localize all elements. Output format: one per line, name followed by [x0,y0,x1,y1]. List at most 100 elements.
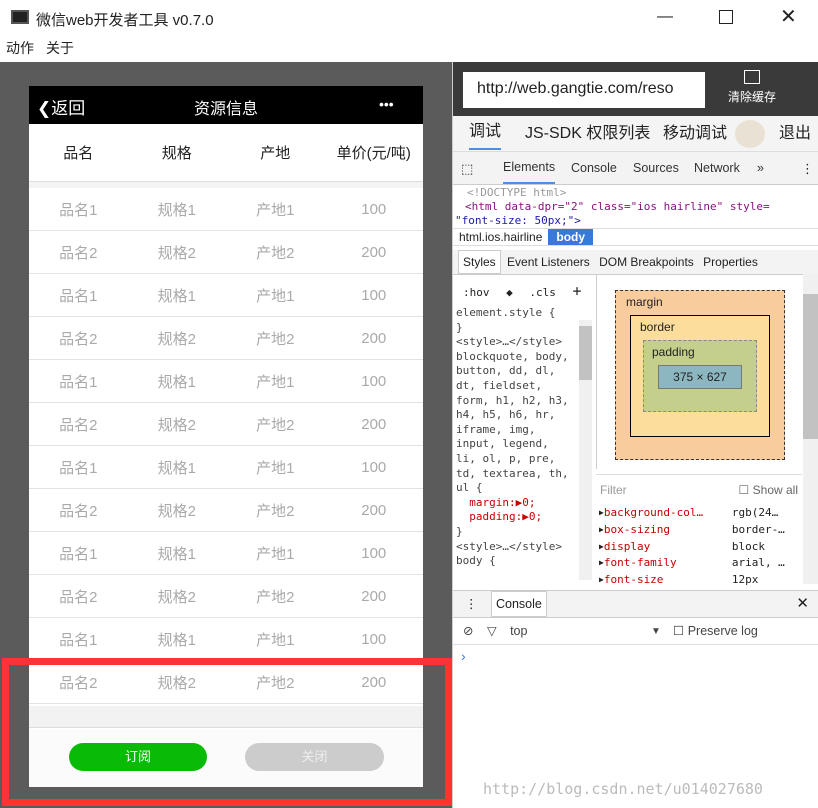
tab-event-listeners[interactable]: Event Listeners [507,255,590,269]
more-tabs-icon[interactable]: » [757,152,764,185]
menu-about[interactable]: 关于 [46,40,74,56]
menu-action[interactable]: 动作 [6,40,34,56]
inspect-icon[interactable]: ⬚ [461,152,473,185]
dom-html[interactable]: <html data-dpr="2" class="ios hairline" … [455,200,800,214]
tab-dom-breakpoints[interactable]: DOM Breakpoints [599,255,694,269]
dom-html-style[interactable]: "font-size: 50px;"> [455,214,800,228]
table-row[interactable]: 品名1 规格1 产地1 100 [29,446,423,489]
margin-label: margin [626,295,663,309]
table-row[interactable]: 品名2 规格2 产地2 200 [29,403,423,446]
breadcrumb-html[interactable]: html.ios.hairline [453,230,548,244]
table-cell: 200 [361,501,387,519]
styles-scrollbar[interactable] [579,320,592,580]
nav-title: 资源信息 [193,101,258,118]
more-icon[interactable]: ••• [379,96,394,112]
table-cell: 产地2 [256,244,295,262]
column-price: 单价(元/吨) [336,145,411,162]
tab-properties[interactable]: Properties [703,255,758,269]
table-cell: 品名2 [59,588,98,606]
table-cell: 产地1 [256,373,295,391]
minimize-button[interactable]: — [657,8,673,26]
preserve-log-checkbox[interactable]: ☐ Preserve log [673,618,758,645]
style-line: form, h1, h2, h3, [456,393,569,407]
dom-tree: <!DOCTYPE html> <html data-dpr="2" class… [455,186,800,228]
tab-sources[interactable]: Sources [633,152,679,185]
diamond-icon[interactable]: ◆ [506,286,513,299]
watermark: http://blog.csdn.net/u014027680 [483,780,763,798]
context-dropdown-icon[interactable]: ▼ [651,618,661,645]
breadcrumb: html.ios.hairline body [453,228,818,246]
style-line: dt, fieldset, [456,378,543,392]
padding-label: padding [652,345,695,359]
table-cell: 规格2 [157,330,196,348]
dom-doctype[interactable]: <!DOCTYPE html> [455,186,800,200]
table-cell: 100 [361,630,387,648]
clear-console-icon[interactable]: ⊘ [463,624,473,638]
close-drawer-icon[interactable]: ✕ [796,591,809,617]
border-label: border [640,320,675,334]
add-rule-button[interactable]: + [573,282,582,300]
table-cell: 产地2 [256,416,295,434]
table-cell: 200 [361,329,387,347]
table-cell: 品名1 [59,373,98,391]
property-name: background-col… [603,506,704,519]
table-cell: 品名1 [59,201,98,219]
computed-property[interactable]: ▶ font-family arial, … [599,555,803,572]
console-drawer-header: ⋮ Console ✕ [453,590,818,618]
property-name: font-size [603,573,664,587]
tab-mobile-debug[interactable]: 移动调试 [663,116,727,152]
table-row[interactable]: 品名1 规格1 产地1 100 [29,618,423,661]
table-cell: 规格2 [157,416,196,434]
table-cell: 规格1 [157,459,196,477]
kebab-menu-icon[interactable]: ⋮ [801,152,814,185]
logout-button[interactable]: 退出 [779,116,811,152]
clear-cache-button[interactable]: 清除缓存 [728,70,776,105]
box-scrollbar[interactable] [803,274,818,584]
tab-debug[interactable]: 调试 [469,116,502,150]
console-prompt[interactable]: › [461,648,466,664]
table-cell: 产地1 [256,459,295,477]
drawer-menu-icon[interactable]: ⋮ [465,597,478,611]
table-cell: 规格2 [157,502,196,520]
table-cell: 产地1 [256,287,295,305]
filter-icon[interactable]: ▽ [487,624,497,638]
property-name: font-family [603,556,677,570]
table-row[interactable]: 品名2 规格2 产地2 200 [29,575,423,618]
table-cell: 品名1 [59,545,98,563]
table-row[interactable]: 品名1 规格1 产地1 100 [29,360,423,403]
show-all-checkbox[interactable]: ☐ Show all [739,475,798,505]
table-body: 品名1 规格1 产地1 100 品名2 规格2 产地2 200 品名1 规格1 产地1 100 品名2 规… [29,182,423,706]
tab-elements[interactable]: Elements [503,152,556,184]
filter-input[interactable]: Filter [600,483,627,497]
property-value: rgb(24… [731,506,779,519]
table-row[interactable]: 品名1 规格1 产地1 100 [29,532,423,575]
hov-button[interactable]: :hov [463,286,490,299]
devtools-tabs: ⬚ Elements Console Sources Network » ⋮ [453,152,818,185]
table-cell: 100 [361,286,387,304]
tab-jssdk[interactable]: JS-SDK 权限列表 [525,116,650,152]
table-cell: 100 [361,200,387,218]
table-row[interactable]: 品名1 规格1 产地1 100 [29,188,423,231]
table-cell: 200 [361,587,387,605]
table-cell: 品名2 [59,244,98,262]
cls-button[interactable]: .cls [529,286,556,299]
close-button[interactable]: ✕ [780,4,797,29]
column-spec: 规格 [161,145,192,162]
computed-property[interactable]: ▶ display block [599,539,803,556]
tab-network[interactable]: Network [694,152,740,185]
url-input[interactable]: http://web.gangtie.com/reso [463,72,705,108]
table-row[interactable]: 品名1 规格1 产地1 100 [29,274,423,317]
context-select[interactable]: top [510,624,527,638]
table-row[interactable]: 品名2 规格2 产地2 200 [29,489,423,532]
tab-styles[interactable]: Styles [458,250,501,274]
table-row[interactable]: 品名2 规格2 产地2 200 [29,317,423,360]
maximize-button[interactable] [719,10,733,24]
computed-property[interactable]: ▶ box-sizing border-… [599,522,803,539]
computed-property[interactable]: ▶ font-size 12px [599,572,803,589]
tab-console[interactable]: Console [571,152,617,185]
console-tab[interactable]: Console [490,591,547,617]
computed-property[interactable]: ▶ background-col… rgb(24… [599,505,803,522]
table-row[interactable]: 品名2 规格2 产地2 200 [29,231,423,274]
styles-toolbar: :hov ◆ .cls + [463,282,593,300]
breadcrumb-body[interactable]: body [548,229,594,245]
